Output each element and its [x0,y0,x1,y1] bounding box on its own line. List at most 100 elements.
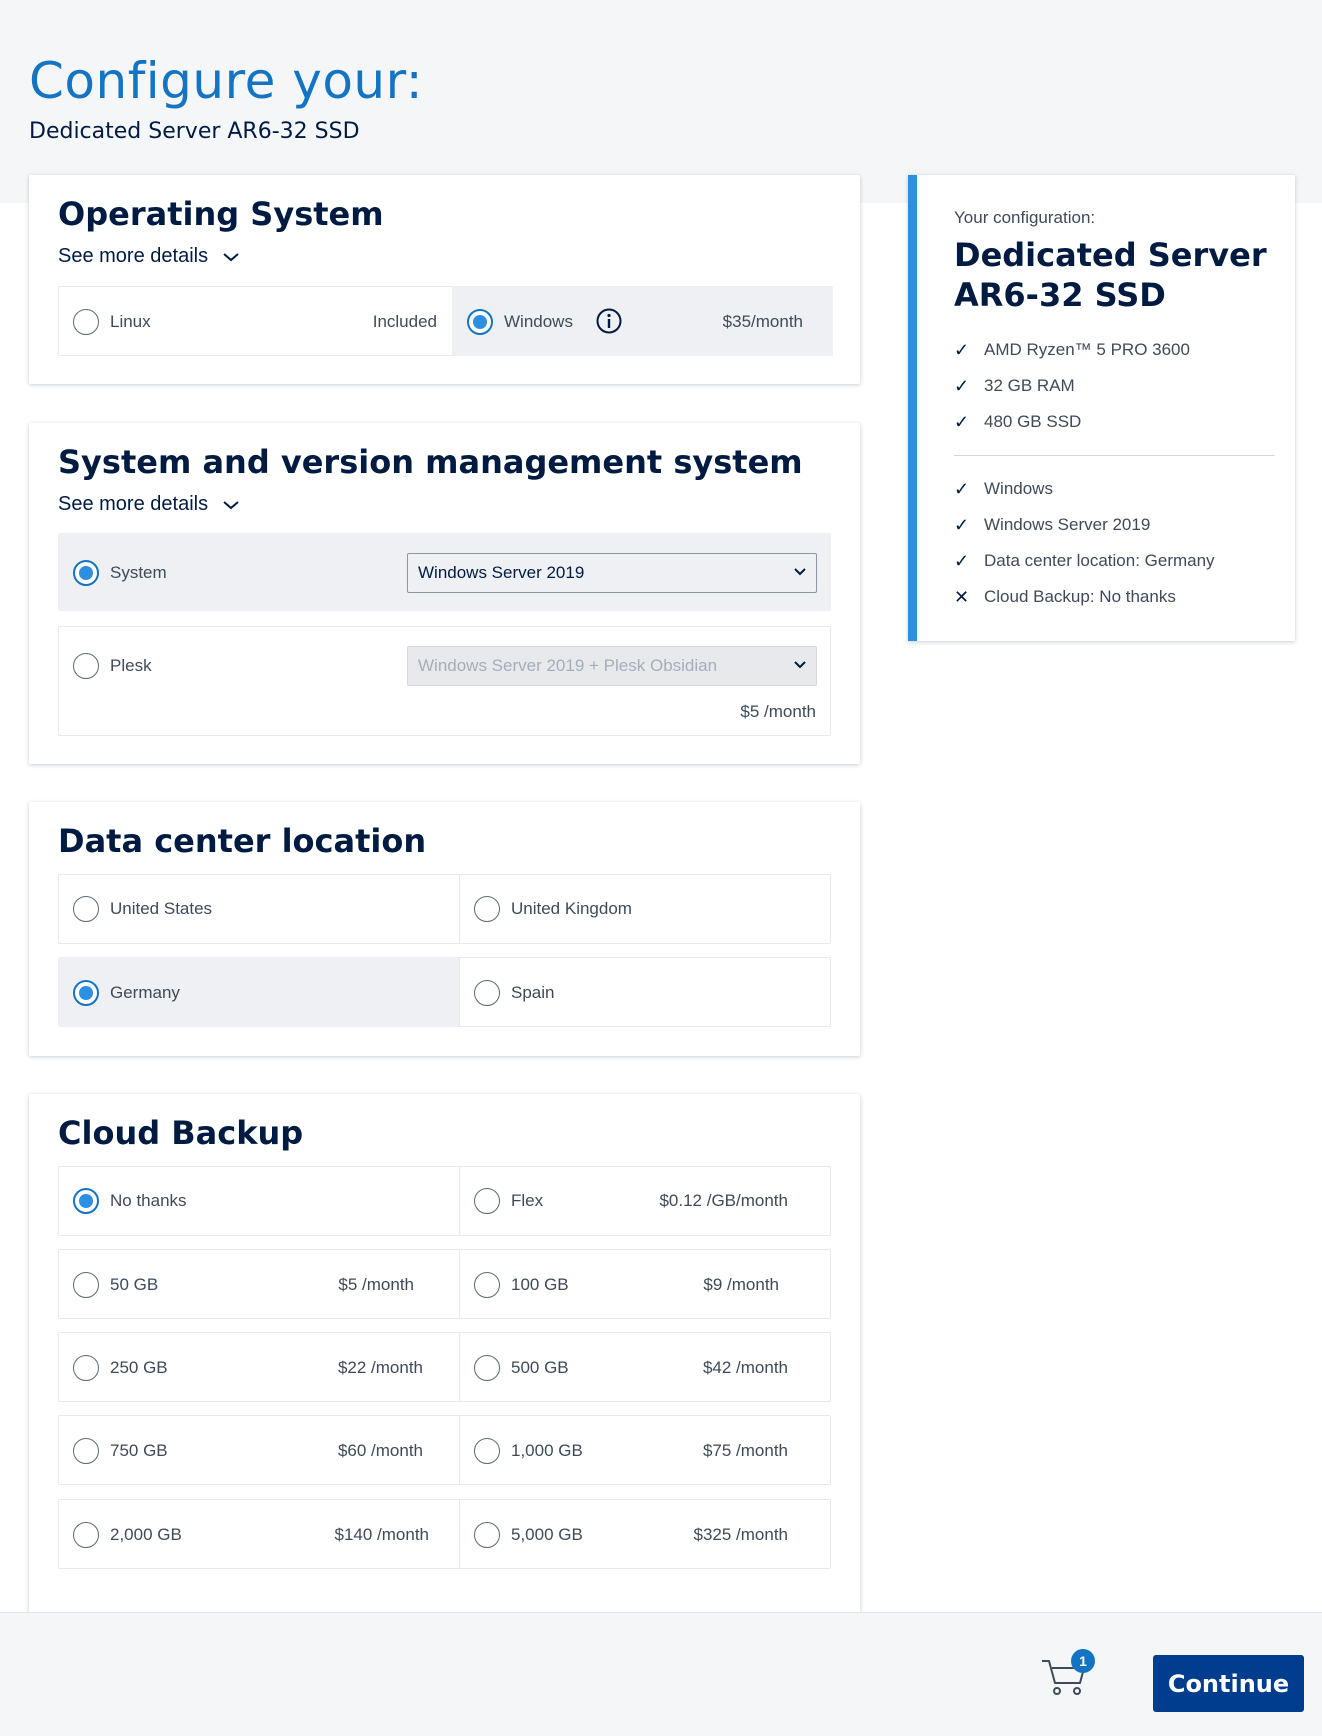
chevron-down-icon [794,661,806,669]
svm-option-label: System [110,563,167,582]
svm-see-more-details[interactable]: See more details [58,493,240,516]
datacenter-option-germany[interactable]: Germany [58,957,474,1027]
backup-option-price: $75 /month [702,1441,788,1460]
system-version-select[interactable]: Windows Server 2019 [407,553,817,593]
check-icon: ✓ [954,550,970,571]
os-option-linux[interactable]: Linux Included [58,286,466,356]
backup-option-750gb[interactable]: 750 GB $60 /month [58,1415,474,1485]
os-option-label: Windows [504,312,573,331]
page-subtitle: Dedicated Server AR6-32 SSD [29,119,360,144]
radio-united-kingdom[interactable] [474,896,500,922]
info-icon[interactable] [595,307,623,335]
summary-caption: Your configuration: [954,208,1096,227]
svm-card: System and version management system See… [29,423,860,764]
backup-option-label: 500 GB [511,1358,569,1377]
backup-option-5000gb[interactable]: 5,000 GB $325 /month [459,1499,831,1569]
os-card: Operating System See more details Linux … [29,175,860,384]
chevron-down-icon [223,500,239,509]
backup-option-label: 5,000 GB [511,1525,583,1544]
datacenter-option-label: Germany [110,983,180,1002]
see-more-details-label: See more details [58,245,209,267]
radio-1000gb[interactable] [474,1438,500,1464]
plesk-version-select[interactable]: Windows Server 2019 + Plesk Obsidian [407,646,817,686]
backup-option-price: $22 /month [337,1358,423,1377]
check-icon: ✓ [954,411,970,432]
cart-count-badge: 1 [1071,1649,1095,1673]
check-icon: ✓ [954,339,970,360]
see-more-details-label: See more details [58,493,209,515]
datacenter-option-label: United Kingdom [511,899,632,918]
summary-choice-text: Data center location: Germany [984,551,1215,570]
os-option-price: $35/month [722,312,803,331]
os-option-label: Linux [110,312,151,331]
summary-spec-text: 32 GB RAM [984,376,1075,395]
summary-choice-item: ✓ Data center location: Germany [954,543,1215,579]
summary-spec-item: ✓ AMD Ryzen™ 5 PRO 3600 [954,332,1190,368]
summary-choice-item: ✕ Cloud Backup: No thanks [954,579,1215,615]
radio-750gb[interactable] [73,1438,99,1464]
datacenter-option-spain[interactable]: Spain [459,957,831,1027]
datacenter-option-label: United States [110,899,213,918]
radio-germany[interactable] [73,980,99,1006]
backup-option-250gb[interactable]: 250 GB $22 /month [58,1332,474,1402]
cart-button[interactable]: 1 [1040,1649,1096,1697]
summary-spec-item: ✓ 32 GB RAM [954,368,1190,404]
continue-button[interactable]: Continue [1153,1655,1304,1712]
datacenter-option-united-kingdom[interactable]: United Kingdom [459,874,831,944]
os-see-more-details[interactable]: See more details [58,245,240,268]
check-icon: ✓ [954,375,970,396]
page-title: Configure your: [29,52,424,110]
radio-no-thanks[interactable] [73,1188,99,1214]
svm-option-system[interactable]: System Windows Server 2019 [58,533,831,611]
datacenter-option-united-states[interactable]: United States [58,874,474,944]
svm-option-price: $5 /month [740,702,816,721]
radio-5000gb[interactable] [474,1522,500,1548]
select-value: Windows Server 2019 + Plesk Obsidian [418,656,718,675]
summary-spec-text: 480 GB SSD [984,412,1082,431]
radio-spain[interactable] [474,980,500,1006]
backup-option-100gb[interactable]: 100 GB $9 /month [459,1249,831,1319]
radio-plesk[interactable] [73,653,99,679]
radio-100gb[interactable] [474,1272,500,1298]
radio-50gb[interactable] [73,1272,99,1298]
radio-500gb[interactable] [474,1355,500,1381]
radio-windows[interactable] [467,309,493,335]
radio-250gb[interactable] [73,1355,99,1381]
summary-choice-item: ✓ Windows Server 2019 [954,507,1215,543]
summary-spec-text: AMD Ryzen™ 5 PRO 3600 [984,340,1190,359]
cloud-backup-title: Cloud Backup [58,1114,304,1152]
configuration-summary: Your configuration: Dedicated Server AR6… [908,175,1295,641]
radio-flex[interactable] [474,1188,500,1214]
summary-spec-item: ✓ 480 GB SSD [954,404,1190,440]
close-icon: ✕ [954,586,970,607]
svm-option-plesk[interactable]: Plesk Windows Server 2019 + Plesk Obsidi… [58,626,831,736]
backup-option-label: 2,000 GB [110,1525,182,1544]
radio-system[interactable] [73,560,99,586]
backup-option-label: 750 GB [110,1441,168,1460]
os-option-windows[interactable]: Windows $35/month [452,286,833,356]
svm-title: System and version management system [58,443,803,481]
radio-2000gb[interactable] [73,1522,99,1548]
backup-option-no-thanks[interactable]: No thanks [58,1166,474,1236]
datacenter-title: Data center location [58,822,427,860]
backup-option-50gb[interactable]: 50 GB $5 /month [58,1249,474,1319]
datacenter-card: Data center location United States Unite… [29,802,860,1056]
radio-linux[interactable] [73,309,99,335]
backup-option-flex[interactable]: Flex $0.12 /GB/month [459,1166,831,1236]
backup-option-label: 250 GB [110,1358,168,1377]
summary-choice-text: Windows [984,479,1053,498]
check-icon: ✓ [954,478,970,499]
summary-choice-item: ✓ Windows [954,471,1215,507]
backup-option-label: 50 GB [110,1275,159,1294]
summary-choices: ✓ Windows ✓ Windows Server 2019 ✓ Data cent… [954,471,1215,615]
backup-option-500gb[interactable]: 500 GB $42 /month [459,1332,831,1402]
os-option-price: Included [372,312,437,331]
backup-option-label: Flex [511,1191,544,1210]
radio-united-states[interactable] [73,896,99,922]
backup-option-2000gb[interactable]: 2,000 GB $140 /month [58,1499,474,1569]
backup-option-label: 1,000 GB [511,1441,583,1460]
backup-option-price: $0.12 /GB/month [659,1191,788,1210]
backup-option-price: $5 /month [338,1275,414,1294]
backup-option-1000gb[interactable]: 1,000 GB $75 /month [459,1415,831,1485]
backup-option-price: $60 /month [337,1441,423,1460]
